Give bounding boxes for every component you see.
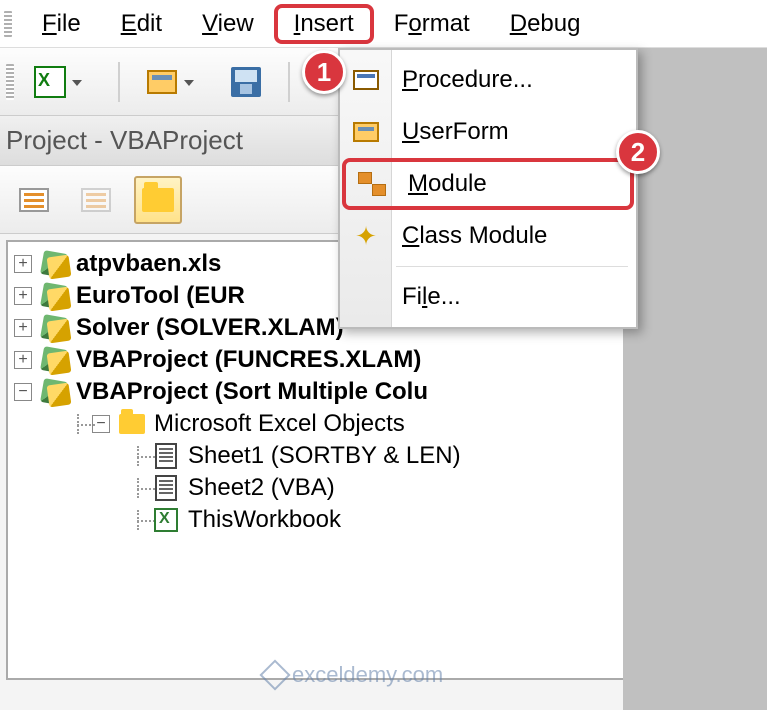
module-icon	[356, 168, 388, 200]
project-panel-title: Project - VBAProject	[6, 125, 243, 156]
insert-object-button[interactable]	[140, 60, 184, 104]
menu-format[interactable]: Format	[374, 4, 490, 44]
toolbar-separator	[118, 62, 120, 102]
save-icon	[231, 67, 261, 97]
expander-plus-icon[interactable]: +	[14, 255, 32, 273]
tree-label: atpvbaen.xls	[76, 250, 221, 278]
menu-item-class-module[interactable]: ✦ Class Module	[340, 210, 636, 262]
expander-minus-icon[interactable]: −	[14, 383, 32, 401]
worksheet-icon	[152, 442, 180, 470]
tree-label: VBAProject (FUNCRES.XLAM)	[76, 346, 421, 374]
tree-label: Sheet1 (SORTBY & LEN)	[188, 442, 461, 470]
userform-icon	[350, 116, 382, 148]
toolbar-grip-icon	[6, 64, 14, 100]
watermark-icon	[259, 659, 290, 690]
menu-edit[interactable]: Edit	[101, 4, 182, 44]
menubar: File Edit View Insert Format Debug	[0, 0, 767, 48]
tree-label: ThisWorkbook	[188, 506, 341, 534]
vba-project-icon	[40, 314, 68, 342]
callout-badge-1: 1	[302, 50, 346, 94]
vba-project-icon	[40, 250, 68, 278]
excel-view-button[interactable]	[28, 60, 72, 104]
menu-item-module[interactable]: Module	[342, 158, 634, 210]
menu-debug[interactable]: Debug	[490, 4, 601, 44]
vba-project-icon	[40, 378, 68, 406]
folder-open-icon	[118, 410, 146, 438]
save-button[interactable]	[224, 60, 268, 104]
class-module-icon: ✦	[350, 220, 382, 252]
vba-project-icon	[40, 282, 68, 310]
form-icon	[147, 70, 177, 94]
tree-label: EuroTool (EUR	[76, 282, 245, 310]
tree-label: Solver (SOLVER.XLAM)	[76, 314, 344, 342]
view-code-button[interactable]	[10, 176, 58, 224]
menu-insert[interactable]: Insert	[274, 4, 374, 44]
folder-icon	[142, 188, 174, 212]
menu-item-procedure[interactable]: Procedure...	[340, 54, 636, 106]
view-object-button[interactable]	[72, 176, 120, 224]
vba-project-icon	[40, 346, 68, 374]
toggle-folders-button[interactable]	[134, 176, 182, 224]
watermark-text: exceldemy.com	[292, 662, 443, 688]
tree-label: Microsoft Excel Objects	[154, 410, 405, 438]
excel-icon	[34, 66, 66, 98]
list-icon	[81, 188, 111, 212]
toolbar-separator	[288, 62, 290, 102]
workbook-icon	[152, 506, 180, 534]
worksheet-icon	[152, 474, 180, 502]
tree-label: Sheet2 (VBA)	[188, 474, 335, 502]
expander-plus-icon[interactable]: +	[14, 287, 32, 305]
menu-item-file[interactable]: File...	[340, 271, 636, 323]
tree-label: VBAProject (Sort Multiple Colu	[76, 378, 428, 406]
menu-view[interactable]: View	[182, 4, 274, 44]
list-icon	[19, 188, 49, 212]
menu-item-userform[interactable]: UserForm	[340, 106, 636, 158]
expander-plus-icon[interactable]: +	[14, 351, 32, 369]
watermark: exceldemy.com	[264, 662, 443, 688]
dropdown-separator	[396, 266, 628, 267]
menu-file[interactable]: File	[22, 4, 101, 44]
callout-badge-2: 2	[616, 130, 660, 174]
expander-plus-icon[interactable]: +	[14, 319, 32, 337]
insert-menu-dropdown: Procedure... UserForm Module ✦ Class Mod…	[338, 48, 638, 329]
procedure-icon	[350, 64, 382, 96]
menubar-grip-icon	[4, 11, 12, 37]
